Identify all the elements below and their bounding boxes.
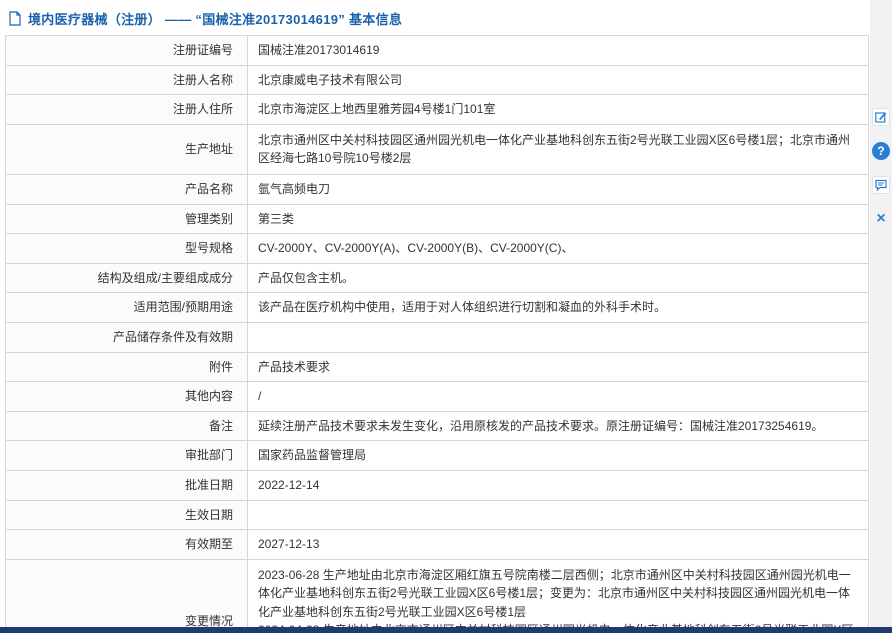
table-row: 附件 产品技术要求 [6,352,869,382]
row-label: 审批部门 [6,441,248,471]
row-value: 北京康威电子技术有限公司 [248,65,869,95]
table-row: 产品储存条件及有效期 [6,322,869,352]
chat-icon[interactable] [872,176,890,194]
row-value: 氩气高频电刀 [248,174,869,204]
row-label: 管理类别 [6,204,248,234]
row-value: 2027-12-13 [248,530,869,560]
row-value [248,500,869,530]
row-label: 结构及组成/主要组成成分 [6,263,248,293]
row-label: 有效期至 [6,530,248,560]
row-label: 产品储存条件及有效期 [6,322,248,352]
row-value: 第三类 [248,204,869,234]
edit-icon[interactable] [872,108,890,126]
row-value: 北京市海淀区上地西里雅芳园4号楼1门101室 [248,95,869,125]
registration-info-page: 境内医疗器械（注册） —— “国械注准20173014619” 基本信息 注册证… [0,0,870,633]
row-label: 变更情况 [6,559,248,633]
table-row: 其他内容 / [6,382,869,412]
table-row: 注册人名称 北京康威电子技术有限公司 [6,65,869,95]
row-value: CV-2000Y、CV-2000Y(A)、CV-2000Y(B)、CV-2000… [248,234,869,264]
registration-info-table: 注册证编号 国械注准20173014619 注册人名称 北京康威电子技术有限公司… [5,35,869,633]
table-row: 生效日期 [6,500,869,530]
page-header: 境内医疗器械（注册） —— “国械注准20173014619” 基本信息 [5,0,870,35]
table-row: 管理类别 第三类 [6,204,869,234]
table-row: 产品名称 氩气高频电刀 [6,174,869,204]
table-row: 注册人住所 北京市海淀区上地西里雅芳园4号楼1门101室 [6,95,869,125]
row-value: 产品技术要求 [248,352,869,382]
row-label: 其他内容 [6,382,248,412]
row-value: 2023-06-28 生产地址由北京市海淀区厢红旗五号院南楼二层西侧；北京市通州… [248,559,869,633]
side-toolbar: ? × [871,108,891,228]
table-row: 型号规格 CV-2000Y、CV-2000Y(A)、CV-2000Y(B)、CV… [6,234,869,264]
row-label: 注册证编号 [6,36,248,66]
table-row: 生产地址 北京市通州区中关村科技园区通州园光机电一体化产业基地科创东五街2号光联… [6,124,869,174]
row-label: 生产地址 [6,124,248,174]
document-icon [8,11,22,26]
row-value: 产品仅包含主机。 [248,263,869,293]
right-rail [870,0,892,633]
table-row: 结构及组成/主要组成成分 产品仅包含主机。 [6,263,869,293]
row-label: 批准日期 [6,470,248,500]
row-value: 北京市通州区中关村科技园区通州园光机电一体化产业基地科创东五街2号光联工业园X区… [248,124,869,174]
table-row: 备注 延续注册产品技术要求未发生变化，沿用原核发的产品技术要求。原注册证编号：国… [6,411,869,441]
help-icon[interactable]: ? [872,142,890,160]
row-label: 附件 [6,352,248,382]
row-label: 注册人名称 [6,65,248,95]
row-value: 该产品在医疗机构中使用，适用于对人体组织进行切割和凝血的外科手术时。 [248,293,869,323]
row-value: 国械注准20173014619 [248,36,869,66]
row-label: 备注 [6,411,248,441]
table-row: 审批部门 国家药品监督管理局 [6,441,869,471]
row-value [248,322,869,352]
close-icon[interactable]: × [872,210,890,228]
table-row-change-history: 变更情况 2023-06-28 生产地址由北京市海淀区厢红旗五号院南楼二层西侧；… [6,559,869,633]
table-row: 批准日期 2022-12-14 [6,470,869,500]
row-label: 产品名称 [6,174,248,204]
row-label: 型号规格 [6,234,248,264]
row-value: / [248,382,869,412]
row-label: 生效日期 [6,500,248,530]
footer-bar [0,627,892,633]
table-row: 注册证编号 国械注准20173014619 [6,36,869,66]
row-value: 国家药品监督管理局 [248,441,869,471]
table-row: 有效期至 2027-12-13 [6,530,869,560]
page-title: 境内医疗器械（注册） —— “国械注准20173014619” 基本信息 [28,9,402,28]
row-value: 2022-12-14 [248,470,869,500]
row-value: 延续注册产品技术要求未发生变化，沿用原核发的产品技术要求。原注册证编号：国械注准… [248,411,869,441]
row-label: 适用范围/预期用途 [6,293,248,323]
table-row: 适用范围/预期用途 该产品在医疗机构中使用，适用于对人体组织进行切割和凝血的外科… [6,293,869,323]
row-label: 注册人住所 [6,95,248,125]
